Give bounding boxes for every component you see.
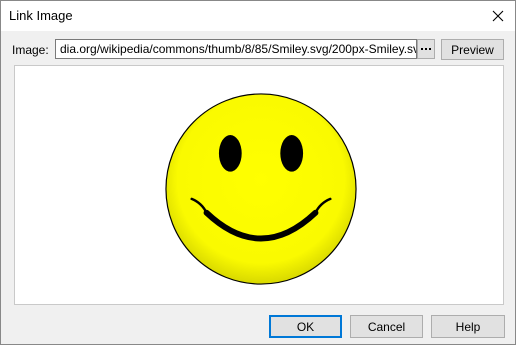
dialog-title: Link Image [9,8,73,23]
close-button[interactable] [481,1,515,31]
ok-button[interactable]: OK [269,315,342,338]
image-url-input[interactable] [55,39,417,59]
preview-button[interactable]: Preview [441,39,504,60]
help-button[interactable]: Help [431,315,505,338]
smiley-face-image [165,93,357,285]
cancel-button[interactable]: Cancel [350,315,423,338]
image-label: Image: [12,43,49,57]
ellipsis-icon [421,48,431,50]
title-bar: Link Image [1,1,515,31]
close-icon [492,10,504,22]
link-image-dialog: Link Image Image: Preview [0,0,516,345]
browse-button[interactable] [417,39,435,59]
image-preview-area [14,65,504,305]
